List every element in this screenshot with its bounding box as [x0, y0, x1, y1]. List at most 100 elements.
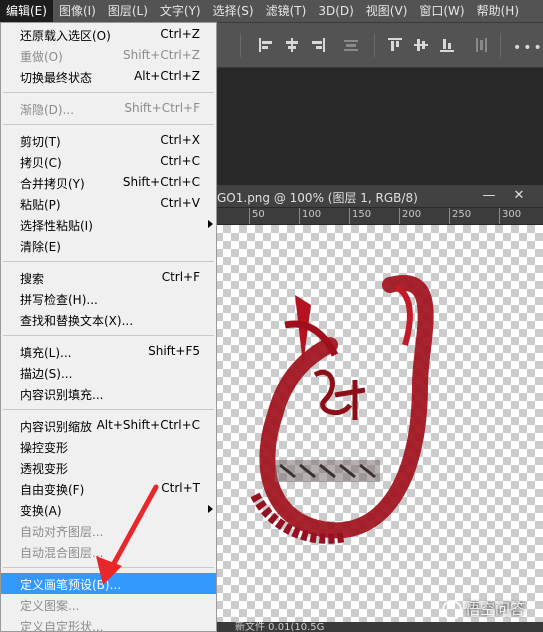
status-bar: 新文件 0.01(10.5G	[215, 622, 543, 632]
minimize-icon[interactable]: —	[479, 186, 499, 206]
ruler-label: 250	[452, 209, 472, 220]
menu-item-label: 粘贴(P)	[20, 198, 61, 212]
menu-item-perspective-warp[interactable]: 透视变形	[1, 457, 216, 478]
menu-item-label: 自动对齐图层...	[20, 525, 104, 539]
menu-window[interactable]: 窗口(W)	[413, 0, 470, 22]
ruler-label: 300	[502, 209, 522, 220]
distribute-h-icon[interactable]	[342, 36, 360, 54]
watermark-logo-icon	[442, 599, 462, 620]
menu-item-label: 透视变形	[20, 462, 69, 476]
menu-item-shortcut: Alt+Ctrl+Z	[134, 69, 200, 83]
ruler-tick	[299, 208, 300, 224]
ruler-tick	[249, 208, 250, 224]
document-title: GO1.png @ 100% (图层 1, RGB/8)	[217, 191, 418, 205]
align-left-icon[interactable]	[257, 36, 275, 54]
menu-item-auto-align-layers: 自动对齐图层...	[1, 520, 216, 541]
menu-select[interactable]: 选择(S)	[207, 0, 260, 22]
menu-item-label: 渐隐(D)...	[20, 103, 75, 117]
menu-item-shortcut: Shift+Ctrl+C	[122, 175, 200, 189]
menu-item-cut[interactable]: 剪切(T) Ctrl+X	[1, 130, 216, 151]
menu-item-label: 剪切(T)	[20, 135, 61, 149]
close-icon[interactable]: ✕	[509, 186, 529, 206]
menu-item-label: 选择性粘贴(I)	[20, 219, 93, 233]
menu-item-free-transform[interactable]: 自由变换(F) Ctrl+T	[1, 478, 216, 499]
watermark: 悟空问答	[442, 598, 525, 620]
menu-item-define-pattern: 定义图案...	[1, 594, 216, 615]
menu-item-define-brush-preset[interactable]: 定义画笔预设(B)...	[1, 573, 216, 594]
menu-item-label: 变换(A)	[20, 504, 62, 518]
menu-item-shortcut: Ctrl+C	[160, 154, 200, 168]
align-right-icon[interactable]	[309, 36, 327, 54]
menu-type[interactable]: 文字(Y)	[154, 0, 207, 22]
menu-item-undo[interactable]: 还原载入选区(O) Ctrl+Z	[1, 24, 216, 45]
menu-item-paste-special[interactable]: 选择性粘贴(I)	[1, 214, 216, 235]
menu-item-search[interactable]: 搜索 Ctrl+F	[1, 267, 216, 288]
align-top-icon[interactable]	[386, 36, 404, 54]
ruler-label: 50	[252, 209, 265, 220]
menu-item-fill[interactable]: 填充(L)... Shift+F5	[1, 341, 216, 362]
menu-item-label: 还原载入选区(O)	[20, 29, 111, 43]
menu-item-transform[interactable]: 变换(A)	[1, 499, 216, 520]
menu-item-content-aware-fill[interactable]: 内容识别填充...	[1, 383, 216, 404]
menu-item-label: 定义自定形状...	[20, 620, 104, 632]
menubar: 编辑(E) 图像(I) 图层(L) 文字(Y) 选择(S) 滤镜(T) 3D(D…	[0, 0, 543, 23]
menu-item-label: 重做(O)	[20, 50, 63, 64]
toolbar-divider	[240, 33, 241, 57]
menu-item-label: 内容识别缩放	[20, 420, 93, 434]
logo-image	[250, 275, 434, 544]
ruler-tick	[449, 208, 450, 224]
align-bottom-icon[interactable]	[438, 36, 456, 54]
menu-item-copy[interactable]: 拷贝(C) Ctrl+C	[1, 151, 216, 172]
menu-item-shortcut: Shift+Ctrl+F	[124, 101, 200, 115]
status-text: 新文件 0.01(10.5G	[235, 622, 325, 632]
menu-item-label: 描边(S)...	[20, 367, 73, 381]
toolbar-divider	[374, 33, 375, 57]
document-canvas[interactable]	[215, 225, 543, 632]
menu-item-puppet-warp[interactable]: 操控变形	[1, 436, 216, 457]
menu-view[interactable]: 视图(V)	[360, 0, 414, 22]
align-center-v-icon[interactable]	[412, 36, 430, 54]
menu-item-stroke[interactable]: 描边(S)...	[1, 362, 216, 383]
menu-item-copy-merged[interactable]: 合并拷贝(Y) Shift+Ctrl+C	[1, 172, 216, 193]
menu-filter[interactable]: 滤镜(T)	[260, 0, 313, 22]
menu-item-label: 合并拷贝(Y)	[20, 177, 85, 191]
menu-item-shortcut: Ctrl+T	[161, 481, 200, 495]
menu-item-find-replace[interactable]: 查找和替换文本(X)...	[1, 309, 216, 330]
menu-item-shortcut: Shift+F5	[148, 344, 200, 358]
toolbar-divider	[500, 33, 501, 57]
menu-item-label: 拼写检查(H)...	[20, 293, 98, 307]
more-icon[interactable]: •••	[513, 40, 543, 56]
menu-layer[interactable]: 图层(L)	[102, 0, 154, 22]
menu-item-auto-blend-layers: 自动混合图层...	[1, 541, 216, 562]
menu-item-label: 定义图案...	[20, 599, 80, 613]
menu-item-check-spelling[interactable]: 拼写检查(H)...	[1, 288, 216, 309]
menu-item-clear[interactable]: 清除(E)	[1, 235, 216, 256]
menu-item-label: 定义画笔预设(B)...	[20, 578, 122, 592]
menu-item-label: 切换最终状态	[20, 71, 93, 85]
menu-item-shortcut: Shift+Ctrl+Z	[123, 48, 200, 62]
menu-item-shortcut: Ctrl+F	[161, 270, 200, 284]
menu-separator	[3, 567, 214, 568]
menu-item-toggle-last-state[interactable]: 切换最终状态 Alt+Ctrl+Z	[1, 66, 216, 87]
menu-help[interactable]: 帮助(H)	[471, 0, 525, 22]
menu-item-label: 操控变形	[20, 441, 69, 455]
submenu-arrow-icon	[208, 220, 213, 228]
menu-separator	[3, 335, 214, 336]
menu-image[interactable]: 图像(I)	[53, 0, 102, 22]
menu-item-label: 自由变换(F)	[20, 483, 85, 497]
menu-item-paste[interactable]: 粘贴(P) Ctrl+V	[1, 193, 216, 214]
menu-item-label: 填充(L)...	[20, 346, 72, 360]
menu-item-label: 搜索	[20, 272, 45, 286]
menu-item-shortcut: Alt+Shift+Ctrl+C	[96, 418, 200, 432]
menu-edit[interactable]: 编辑(E)	[0, 0, 53, 22]
edit-menu-dropdown: 还原载入选区(O) Ctrl+Z 重做(O) Shift+Ctrl+Z 切换最终…	[0, 22, 217, 632]
menu-item-fade: 渐隐(D)... Shift+Ctrl+F	[1, 98, 216, 119]
menu-separator	[3, 124, 214, 125]
document-tab[interactable]: GO1.png @ 100% (图层 1, RGB/8) — ✕	[215, 185, 543, 208]
menu-item-content-aware-scale[interactable]: 内容识别缩放 Alt+Shift+Ctrl+C	[1, 415, 216, 436]
menu-3d[interactable]: 3D(D)	[312, 0, 359, 22]
align-center-h-icon[interactable]	[283, 36, 301, 54]
menu-item-label: 拷贝(C)	[20, 156, 62, 170]
distribute-v-icon[interactable]	[472, 36, 490, 54]
menu-item-label: 自动混合图层...	[20, 546, 104, 560]
